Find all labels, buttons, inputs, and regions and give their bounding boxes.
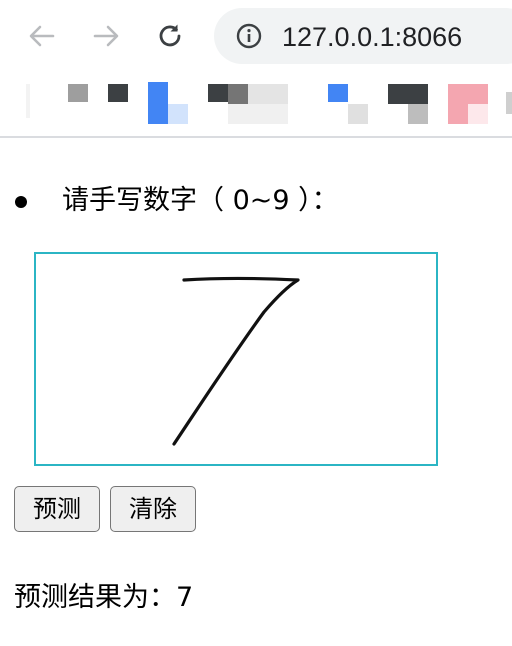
browser-toolbar: 127.0.0.1:8066: [0, 0, 512, 74]
list-bullet: [15, 196, 27, 208]
bookmark-item: [348, 104, 368, 124]
bookmark-item[interactable]: [448, 84, 488, 104]
result-label: 预测结果为：: [14, 582, 176, 613]
forward-button[interactable]: [86, 16, 126, 56]
bookmark-item[interactable]: [388, 84, 428, 104]
predict-button[interactable]: 预测: [14, 486, 100, 532]
back-button[interactable]: [22, 16, 62, 56]
bookmark-item: [506, 92, 512, 114]
bookmarks-bar: [0, 74, 512, 138]
bookmark-item[interactable]: [328, 84, 348, 102]
bookmark-item[interactable]: [26, 84, 30, 118]
page-content: 请手写数字（ 0~9 ）： 预测 清除 预测结果为：7: [0, 138, 512, 646]
bookmark-item: [468, 104, 488, 124]
reload-icon: [159, 24, 181, 47]
bookmark-item: [448, 104, 468, 124]
bookmark-item[interactable]: [208, 84, 228, 102]
reload-button[interactable]: [150, 16, 190, 56]
drawing-canvas[interactable]: [34, 252, 438, 466]
arrow-left-icon: [29, 25, 55, 47]
url-text[interactable]: 127.0.0.1:8066: [282, 22, 462, 52]
prediction-result: 预测结果为：7: [14, 580, 193, 616]
result-value: 7: [176, 582, 194, 613]
arrow-right-icon: [93, 25, 119, 47]
bookmark-item[interactable]: [108, 84, 128, 102]
address-bar[interactable]: 127.0.0.1:8066: [214, 8, 512, 64]
handwriting-prompt: 请手写数字（ 0~9 ）：: [62, 185, 339, 216]
bookmark-item[interactable]: [148, 82, 168, 124]
bookmark-item: [228, 84, 248, 104]
bookmark-item: [248, 84, 288, 104]
bookmark-item[interactable]: [68, 84, 88, 102]
handwritten-digit-stroke: [172, 276, 300, 446]
clear-button[interactable]: 清除: [110, 486, 196, 532]
bookmark-item: [228, 104, 288, 124]
bookmark-item: [168, 104, 188, 124]
info-icon[interactable]: [236, 23, 262, 49]
bookmark-item: [408, 104, 428, 124]
